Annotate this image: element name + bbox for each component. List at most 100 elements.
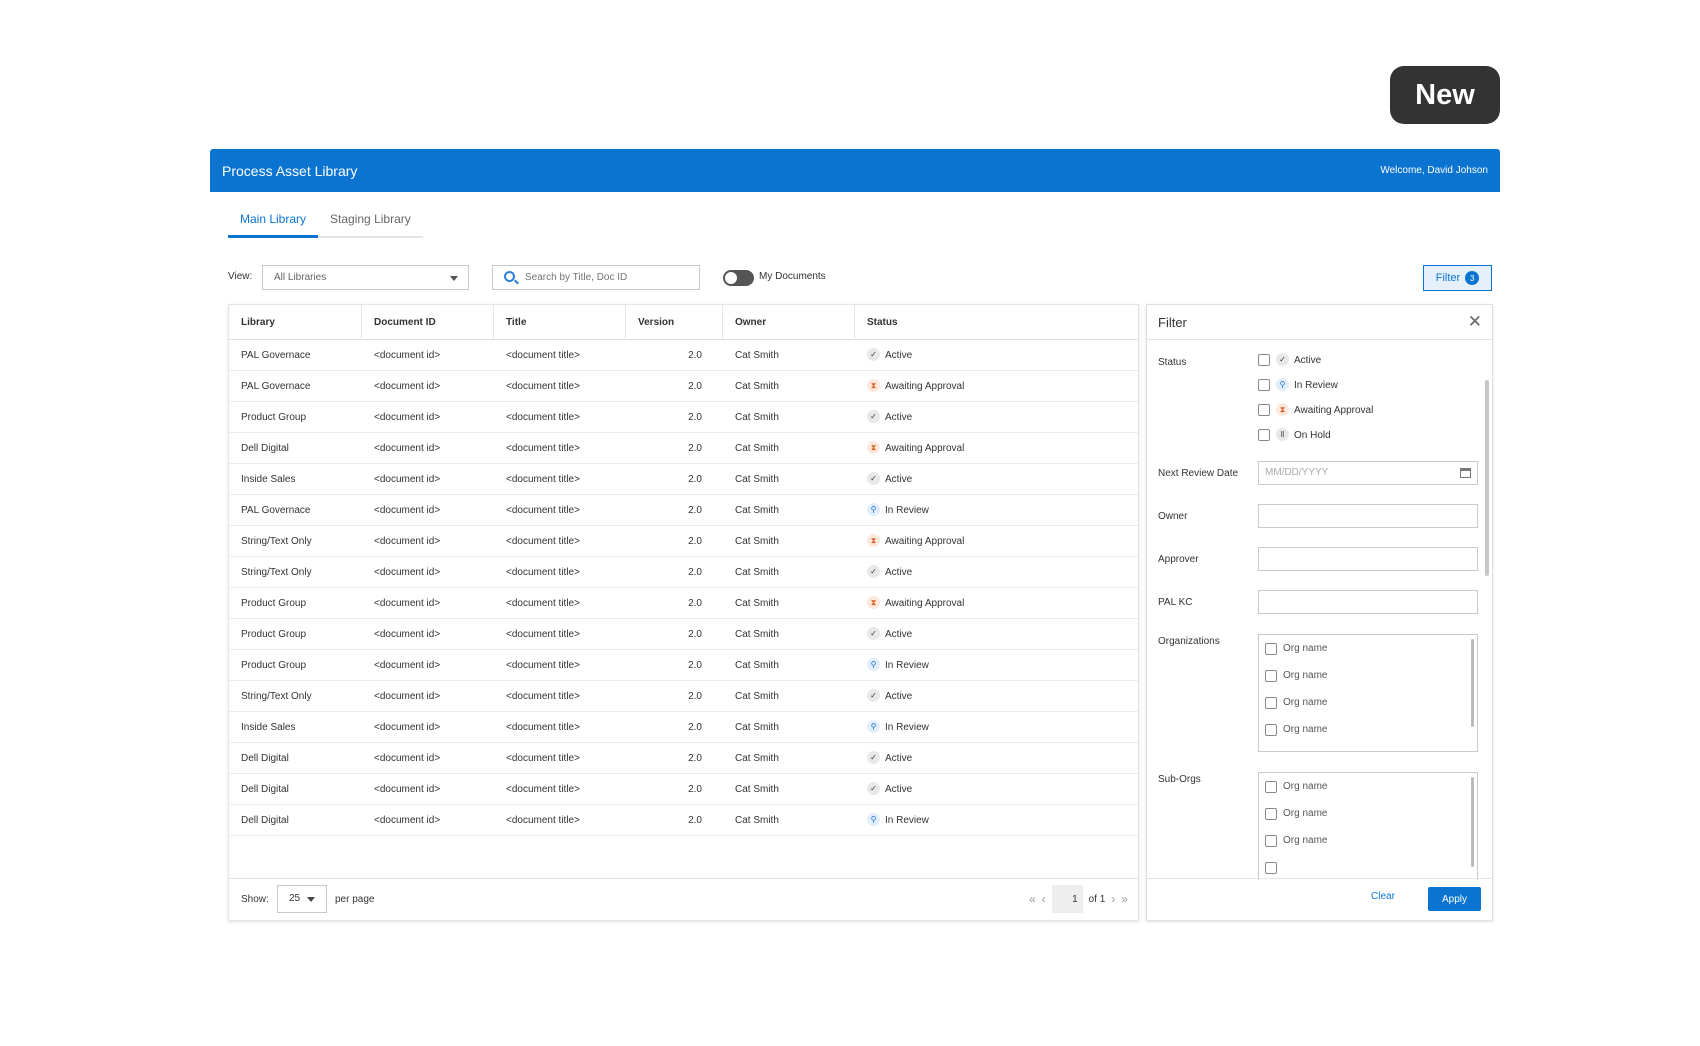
status-option-active[interactable]: ✓ Active	[1258, 352, 1321, 366]
last-page-icon[interactable]: »	[1121, 892, 1128, 906]
view-select[interactable]: All Libraries	[262, 265, 469, 290]
org-item[interactable]: Org name	[1259, 716, 1477, 743]
checkbox[interactable]	[1258, 379, 1270, 391]
cell-version: 2.0	[688, 629, 702, 640]
checkbox[interactable]	[1258, 404, 1270, 416]
cell-library: PAL Governace	[241, 505, 311, 516]
table-row[interactable]: Product Group <document id> <document titl…	[229, 402, 1138, 433]
hourglass-icon: ⧗	[867, 378, 880, 392]
approver-filter-label: Approver	[1158, 554, 1199, 565]
table-row[interactable]: Dell Digital <document id> <document title…	[229, 433, 1138, 464]
column-header-owner[interactable]: Owner	[723, 305, 855, 340]
status-option-in-review[interactable]: ⚲ In Review	[1258, 377, 1338, 391]
approver-input[interactable]	[1258, 547, 1478, 571]
table-row[interactable]: Product Group <document id> <document titl…	[229, 619, 1138, 650]
cell-version: 2.0	[688, 753, 702, 764]
table-row[interactable]: Product Group <document id> <document titl…	[229, 588, 1138, 619]
org-item[interactable]: Org name	[1259, 773, 1477, 800]
prev-page-icon[interactable]: ‹	[1042, 892, 1046, 906]
column-header-document-id[interactable]: Document ID	[362, 305, 494, 340]
checkbox[interactable]	[1258, 429, 1270, 441]
cell-title: <document title>	[506, 567, 580, 578]
table-row[interactable]: PAL Governace <document id> <document titl…	[229, 340, 1138, 371]
checkbox[interactable]	[1265, 861, 1277, 874]
calendar-icon[interactable]	[1460, 468, 1471, 478]
org-item[interactable]: Org name	[1259, 635, 1477, 662]
table-row[interactable]: Inside Sales <document id> <document title…	[229, 464, 1138, 495]
my-documents-label: My Documents	[759, 271, 826, 282]
filter-button[interactable]: Filter 3	[1423, 265, 1492, 291]
column-header-version[interactable]: Version	[626, 305, 723, 340]
first-page-icon[interactable]: «	[1029, 892, 1036, 906]
org-item[interactable]: Org name	[1259, 662, 1477, 689]
status-option-awaiting-approval[interactable]: ⧗ Awaiting Approval	[1258, 402, 1373, 416]
review-date-placeholder: MM/DD/YYYY	[1265, 467, 1329, 478]
checkbox[interactable]	[1265, 780, 1277, 793]
table-row[interactable]: Dell Digital <document id> <document title…	[229, 743, 1138, 774]
search-input[interactable]	[492, 265, 700, 290]
table-row[interactable]: Dell Digital <document id> <document title…	[229, 805, 1138, 836]
cell-version: 2.0	[688, 567, 702, 578]
checkbox[interactable]	[1265, 696, 1277, 709]
org-item[interactable]: Org name	[1259, 800, 1477, 827]
palkc-input[interactable]	[1258, 590, 1478, 614]
page-number-input[interactable]: 1	[1051, 885, 1083, 913]
sub-orgs-scrollbar[interactable]	[1471, 777, 1474, 867]
checkbox[interactable]	[1265, 750, 1277, 751]
filter-panel: Filter ✕ Status ✓ Active ⚲ In Review ⧗ A…	[1146, 304, 1493, 921]
org-item-label: Org name	[1283, 781, 1328, 792]
column-header-status[interactable]: Status	[855, 305, 1139, 340]
owner-input[interactable]	[1258, 504, 1478, 528]
org-item[interactable]: Org name	[1259, 689, 1477, 716]
magnifier-icon: ⚲	[867, 657, 880, 671]
checkbox[interactable]	[1265, 642, 1277, 655]
cell-library: PAL Governace	[241, 381, 311, 392]
status-option-on-hold[interactable]: Ⅱ On Hold	[1258, 427, 1331, 441]
table-row[interactable]: Inside Sales <document id> <document title…	[229, 712, 1138, 743]
org-item[interactable]: Org name	[1259, 827, 1477, 854]
tab-staging-library[interactable]: Staging Library	[318, 207, 423, 238]
cell-document-id: <document id>	[374, 815, 441, 826]
table-row[interactable]: Product Group <document id> <document titl…	[229, 650, 1138, 681]
tab-main-library[interactable]: Main Library	[228, 207, 319, 238]
org-item-label: Org name	[1283, 697, 1328, 708]
cell-library: Inside Sales	[241, 474, 296, 485]
organizations-label: Organizations	[1158, 636, 1220, 647]
organizations-list[interactable]: Org name Org name Org name Org name	[1258, 634, 1478, 752]
cell-version: 2.0	[688, 784, 702, 795]
checkbox[interactable]	[1265, 807, 1277, 820]
clear-button[interactable]: Clear	[1371, 891, 1395, 902]
table-row[interactable]: String/Text Only <document id> <document t…	[229, 681, 1138, 712]
next-page-icon[interactable]: ›	[1111, 892, 1115, 906]
view-label: View:	[228, 271, 253, 282]
cell-document-id: <document id>	[374, 660, 441, 671]
close-icon[interactable]: ✕	[1468, 313, 1482, 330]
column-header-library[interactable]: Library	[229, 305, 362, 340]
review-date-input[interactable]: MM/DD/YYYY	[1258, 461, 1478, 485]
filter-panel-scrollbar[interactable]	[1485, 380, 1489, 576]
table-body: PAL Governace <document id> <document titl…	[229, 340, 1138, 836]
welcome-text: Welcome, David Johson	[1380, 165, 1488, 176]
table-row[interactable]: String/Text Only <document id> <document t…	[229, 526, 1138, 557]
cell-library: Product Group	[241, 598, 307, 609]
checkbox[interactable]	[1265, 669, 1277, 682]
checkbox[interactable]	[1258, 354, 1270, 366]
table-row[interactable]: Dell Digital <document id> <document title…	[229, 774, 1138, 805]
table-row[interactable]: PAL Governace <document id> <document titl…	[229, 371, 1138, 402]
org-item-partial[interactable]	[1259, 854, 1477, 880]
column-header-title[interactable]: Title	[494, 305, 626, 340]
organizations-scrollbar[interactable]	[1471, 639, 1474, 727]
review-date-label: Next Review Date	[1158, 468, 1239, 479]
apply-button[interactable]: Apply	[1428, 887, 1481, 911]
checkbox[interactable]	[1265, 723, 1277, 736]
sub-orgs-list[interactable]: Org name Org name Org name	[1258, 772, 1478, 880]
table-row[interactable]: String/Text Only <document id> <document t…	[229, 557, 1138, 588]
documents-table: Library Document ID Title Version Owner …	[228, 304, 1139, 921]
per-page-select[interactable]: 25	[277, 885, 327, 913]
table-row[interactable]: PAL Governace <document id> <document titl…	[229, 495, 1138, 526]
check-icon: ✓	[867, 347, 880, 361]
checkbox[interactable]	[1265, 834, 1277, 847]
org-item-partial[interactable]	[1259, 743, 1477, 751]
library-tabs: Main Library Staging Library	[228, 207, 423, 238]
my-documents-toggle[interactable]	[723, 270, 754, 286]
